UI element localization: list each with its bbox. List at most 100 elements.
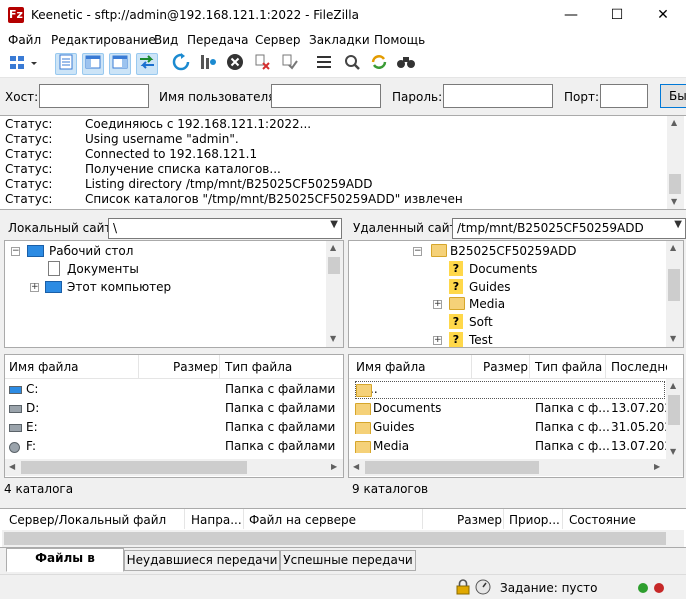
menu-file[interactable]: Файл [8, 33, 41, 47]
scroll-left-icon[interactable]: ◀ [353, 462, 359, 471]
remote-path-combo[interactable]: /tmp/mnt/B25025CF50259ADD ▼ [452, 218, 686, 239]
column-header-modified[interactable]: Последнее [611, 360, 667, 374]
column-header-size[interactable]: Размер [173, 360, 218, 374]
scroll-up-icon[interactable]: ▲ [330, 243, 336, 252]
port-input[interactable] [600, 84, 648, 108]
remote-status: 9 каталогов [348, 478, 686, 500]
scrollbar-thumb[interactable] [4, 532, 666, 545]
table-row[interactable]: Documents [355, 401, 465, 415]
process-queue-button[interactable] [197, 53, 219, 75]
tab-queued-files[interactable]: Файлы в задании [6, 548, 124, 584]
local-path-combo[interactable]: \ ▼ [108, 218, 342, 239]
document-icon [48, 261, 60, 276]
expand-icon[interactable]: + [30, 283, 39, 292]
scroll-down-icon[interactable]: ▼ [330, 334, 336, 343]
remote-tree-scrollbar[interactable]: ▲ ▼ [666, 241, 683, 347]
table-row[interactable]: C: [9, 382, 129, 396]
toggle-local-tree-button[interactable] [82, 53, 104, 75]
scroll-down-icon[interactable]: ▼ [670, 447, 676, 456]
scroll-up-icon[interactable]: ▲ [670, 381, 676, 390]
scrollbar-thumb[interactable] [668, 395, 680, 425]
table-row[interactable]: F: [9, 439, 129, 453]
toggle-message-log-button[interactable] [55, 53, 77, 75]
queue-column-remote-file[interactable]: Файл на сервере [249, 513, 356, 527]
menu-view[interactable]: Вид [154, 33, 178, 47]
cancel-operation-button[interactable] [224, 53, 246, 75]
chevron-down-icon[interactable]: ▼ [674, 219, 682, 230]
sync-browsing-button[interactable] [368, 53, 390, 75]
remote-list-hscrollbar[interactable]: ◀ ▶ [349, 459, 683, 476]
compare-directories-button[interactable] [341, 53, 363, 75]
collapse-icon[interactable]: − [413, 247, 422, 256]
unknown-folder-icon: ? [449, 279, 463, 294]
scroll-down-icon[interactable]: ▼ [671, 197, 677, 206]
table-row[interactable]: E: [9, 420, 129, 434]
directory-filter-button[interactable] [313, 53, 335, 75]
menu-edit[interactable]: Редактирование [51, 33, 156, 47]
scroll-up-icon[interactable]: ▲ [670, 243, 676, 252]
queue-column-size[interactable]: Размер [457, 513, 502, 527]
expand-icon[interactable]: + [433, 300, 442, 309]
log-scrollbar-thumb[interactable] [669, 174, 681, 194]
queue-column-status[interactable]: Состояние [569, 513, 636, 527]
reconnect-button[interactable] [279, 53, 301, 75]
local-list-hscrollbar[interactable]: ◀ ▶ [5, 459, 343, 476]
table-row[interactable]: D: [9, 401, 129, 415]
minimize-button[interactable]: — [548, 0, 594, 30]
expand-icon[interactable]: + [433, 336, 442, 345]
log-scrollbar[interactable]: ▲ ▼ [667, 116, 684, 209]
menu-transfer[interactable]: Передача [187, 33, 249, 47]
table-row[interactable]: Guides [355, 420, 465, 434]
folder-icon [355, 422, 371, 434]
folder-icon [355, 403, 371, 415]
speed-limit-icon[interactable] [475, 579, 491, 595]
scrollbar-thumb[interactable] [328, 257, 340, 274]
column-header-size[interactable]: Размер [483, 360, 528, 374]
scroll-left-icon[interactable]: ◀ [9, 462, 15, 471]
local-tree: − Рабочий стол Документы + Этот компьюте… [4, 240, 344, 348]
tab-successful-transfers[interactable]: Успешные передачи [280, 550, 416, 571]
menu-server[interactable]: Сервер [255, 33, 300, 47]
scroll-right-icon[interactable]: ▶ [654, 462, 660, 471]
host-input[interactable] [39, 84, 149, 108]
refresh-button[interactable] [170, 53, 192, 75]
scrollbar-thumb[interactable] [365, 461, 539, 474]
column-header-type[interactable]: Тип файла [535, 360, 602, 374]
scroll-right-icon[interactable]: ▶ [331, 462, 337, 471]
remote-list-vscrollbar[interactable]: ▲ ▼ [666, 379, 683, 459]
toggle-remote-tree-button[interactable] [109, 53, 131, 75]
local-tree-scrollbar[interactable]: ▲ ▼ [326, 241, 343, 347]
column-header-type[interactable]: Тип файла [225, 360, 292, 374]
scroll-up-icon[interactable]: ▲ [671, 118, 677, 127]
collapse-icon[interactable]: − [11, 247, 20, 256]
cd-drive-icon [9, 442, 20, 453]
queue-column-local-file[interactable]: Сервер/Локальный файл [9, 513, 166, 527]
tab-failed-transfers[interactable]: Неудавшиеся передачи [124, 550, 280, 571]
column-header-filename[interactable]: Имя файла [9, 360, 79, 374]
username-input[interactable] [271, 84, 381, 108]
table-row-parent[interactable]: .. [355, 381, 665, 399]
site-manager-button[interactable] [6, 53, 40, 75]
disconnect-button[interactable] [252, 53, 274, 75]
column-header-filename[interactable]: Имя файла [356, 360, 426, 374]
menu-bar: Файл Редактирование Вид Передача Сервер … [0, 30, 686, 50]
scrollbar-thumb[interactable] [668, 269, 680, 301]
queue-column-priority[interactable]: Приор... [509, 513, 560, 527]
magnifier-icon [345, 55, 360, 70]
scrollbar-thumb[interactable] [21, 461, 247, 474]
menu-bookmarks[interactable]: Закладки [309, 33, 370, 47]
menu-help[interactable]: Помощь [374, 33, 425, 47]
password-input[interactable] [443, 84, 553, 108]
site-manager-icon [10, 56, 37, 69]
toggle-transfer-queue-button[interactable] [136, 53, 158, 75]
maximize-button[interactable]: ☐ [594, 0, 640, 30]
close-button[interactable]: ✕ [640, 0, 686, 30]
scroll-down-icon[interactable]: ▼ [670, 334, 676, 343]
table-row[interactable]: Media [355, 439, 465, 453]
queue-hscrollbar[interactable] [2, 530, 684, 547]
chevron-down-icon[interactable]: ▼ [330, 219, 338, 230]
remote-tree-icon [112, 55, 128, 69]
queue-column-direction[interactable]: Напра... [191, 513, 242, 527]
quickconnect-button[interactable]: Бы [660, 84, 686, 108]
search-remote-files-button[interactable] [395, 53, 417, 75]
